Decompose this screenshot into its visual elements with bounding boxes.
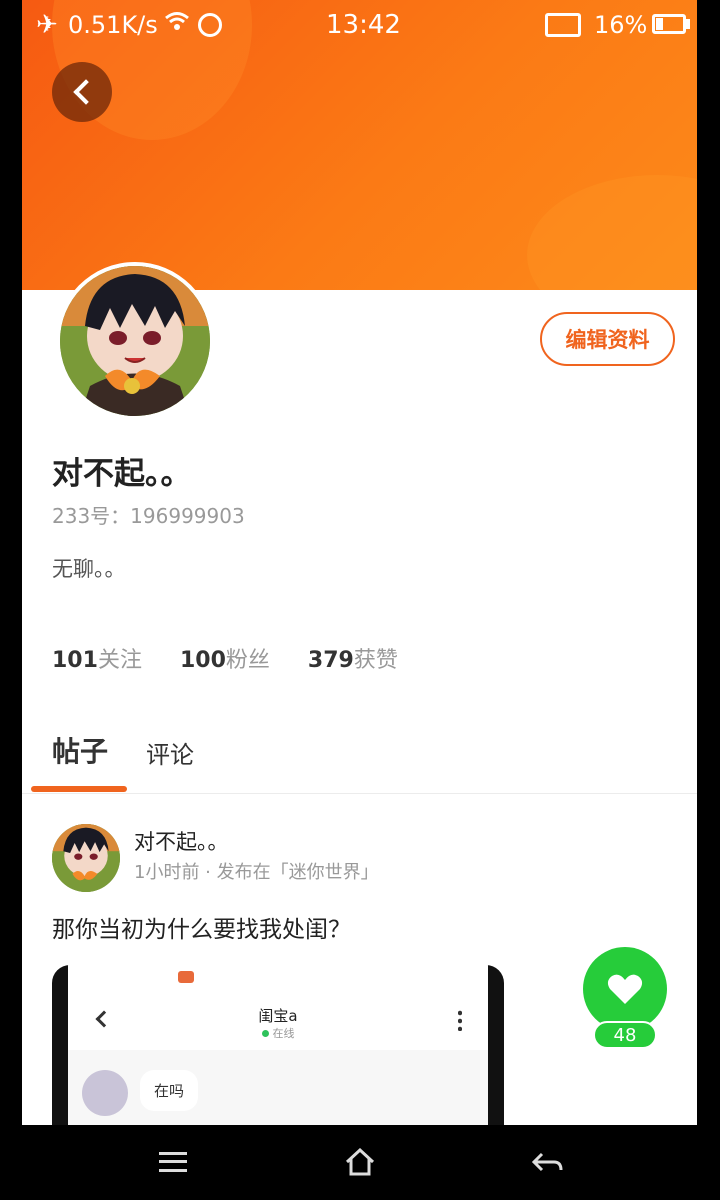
back-button[interactable] — [52, 62, 112, 122]
screen: ✈ 0.51K/s 13:42 16% 编辑资料 对不起。。 233号：1969… — [22, 0, 697, 1125]
chevron-left-icon — [73, 79, 99, 105]
network-speed: 0.51K/s — [68, 11, 158, 39]
game-icon — [178, 971, 194, 983]
stat-likes[interactable]: 379获赞 — [308, 642, 398, 674]
clock: 13:42 — [326, 10, 401, 40]
stat-label: 关注 — [97, 648, 142, 673]
chat-name: 闺宝a — [258, 1007, 298, 1025]
battery-percent: 16% — [594, 11, 648, 39]
online-dot-icon — [261, 1030, 269, 1037]
heart-icon — [607, 974, 643, 1004]
profile-bio: 无聊。。 — [52, 557, 126, 581]
active-tab-indicator — [31, 786, 127, 792]
profile-stats: 101关注 100粉丝 379获赞 — [52, 642, 436, 674]
tab-comments[interactable]: 评论 — [146, 735, 194, 770]
chat-bubble: 在吗 — [140, 1070, 199, 1111]
edit-profile-button[interactable]: 编辑资料 — [540, 312, 675, 366]
post-meta: 1小时前 · 发布在「迷你世界」 — [134, 862, 379, 883]
airplane-icon: ✈ — [36, 10, 58, 40]
wifi-icon — [164, 9, 190, 43]
profile-uid: 233号：196999903 — [52, 504, 245, 528]
more-icon — [458, 1009, 462, 1031]
stat-following[interactable]: 101关注 — [52, 642, 142, 674]
content-tabs: 帖子 评论 — [22, 722, 697, 794]
chat-header: 闺宝a 在线 — [68, 965, 488, 1050]
home-icon[interactable] — [345, 1147, 375, 1180]
like-count: 48 — [593, 1021, 657, 1049]
post-author-avatar[interactable] — [52, 824, 120, 892]
profile-nickname: 对不起。。 — [52, 456, 192, 492]
status-bar: ✈ 0.51K/s 13:42 16% — [22, 0, 697, 50]
stat-count: 101 — [52, 648, 98, 673]
post-text[interactable]: 那你当初为什么要找我处闺？ — [52, 910, 351, 944]
app-root: ✈ 0.51K/s 13:42 16% 编辑资料 对不起。。 233号：1969… — [0, 0, 720, 1200]
notification-icon — [198, 13, 222, 37]
stat-followers[interactable]: 100粉丝 — [180, 642, 270, 674]
chat-online-status: 在线 — [68, 1025, 488, 1041]
battery-icon — [652, 14, 686, 34]
system-nav-bar — [0, 1125, 720, 1200]
chat-avatar — [82, 1070, 128, 1116]
menu-icon[interactable] — [159, 1152, 187, 1172]
chat-online-label: 在线 — [272, 1027, 295, 1040]
post-author-name[interactable]: 对不起。。 — [134, 826, 229, 856]
like-button[interactable] — [583, 947, 667, 1031]
banner-decoration — [527, 175, 697, 290]
stat-label: 粉丝 — [225, 648, 270, 673]
back-icon[interactable] — [530, 1150, 564, 1178]
screenshot-content: 闺宝a 在线 在吗 — [68, 965, 488, 1125]
stat-count: 100 — [179, 648, 226, 673]
cast-icon — [545, 13, 581, 37]
avatar-image — [60, 266, 210, 416]
tab-posts[interactable]: 帖子 — [52, 730, 108, 770]
post-image[interactable]: 闺宝a 在线 在吗 — [52, 965, 504, 1125]
stat-count: 379 — [307, 648, 354, 673]
stat-label: 获赞 — [353, 648, 398, 673]
profile-header-banner: ✈ 0.51K/s 13:42 16% — [22, 0, 697, 290]
profile-avatar[interactable] — [56, 262, 214, 420]
battery-tip — [686, 19, 690, 29]
